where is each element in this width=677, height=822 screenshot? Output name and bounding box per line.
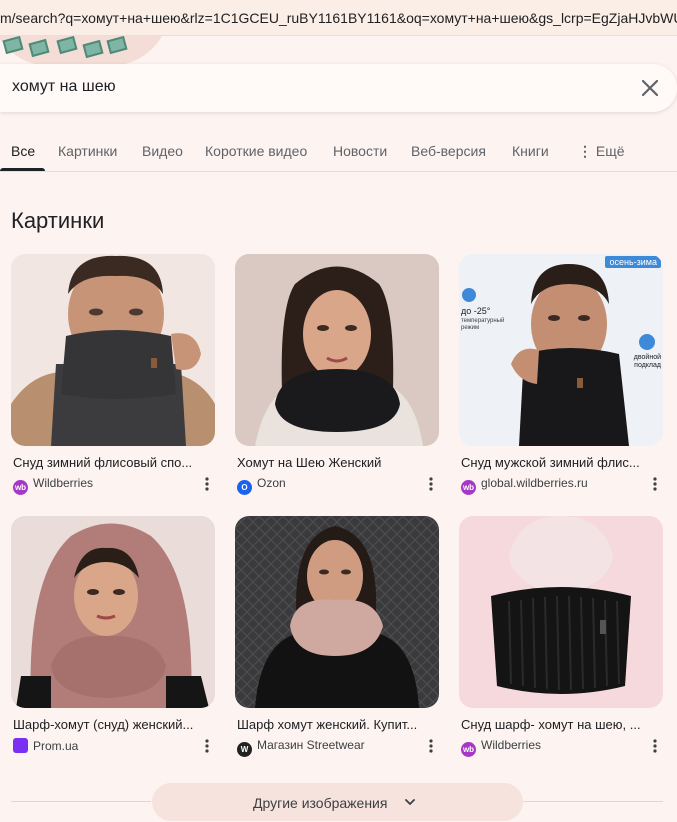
thermometer-icon (462, 288, 476, 302)
result-source[interactable]: wb global.wildberries.ru (461, 476, 588, 495)
result-source[interactable]: Prom.ua (13, 738, 78, 754)
result-source-label: Магазин Streetwear (257, 738, 365, 752)
chevron-down-icon (405, 799, 415, 805)
active-tab-indicator (0, 168, 45, 171)
result-source-label: Wildberries (481, 738, 542, 752)
more-options-icon[interactable] (425, 737, 437, 755)
result-source[interactable]: W Магазин Streetwear (237, 738, 365, 757)
ozon-logo-icon: O (237, 480, 252, 495)
result-title[interactable]: Снуд мужской зимний флис... (461, 455, 661, 470)
tab-more[interactable]: ⋮ Ещё (578, 143, 625, 160)
search-tabs: Все Картинки Видео Короткие видео Новост… (0, 130, 677, 172)
result-title[interactable]: Шарф-хомут (снуд) женский... (13, 717, 213, 732)
divider (11, 801, 151, 802)
result-source[interactable]: wb Wildberries (13, 476, 94, 495)
more-options-icon[interactable] (649, 475, 661, 493)
tab-video[interactable]: Видео (142, 143, 183, 159)
doodle-banner (0, 36, 170, 64)
streetwear-logo-icon: W (237, 742, 252, 757)
temperature-label: до -25° (461, 306, 491, 316)
image-result[interactable]: Хомут на Шею Женский O Ozon (235, 254, 439, 495)
result-image[interactable] (459, 516, 663, 708)
result-source[interactable]: wb Wildberries (461, 738, 542, 757)
result-source-label: Prom.ua (33, 739, 79, 753)
more-options-icon[interactable] (425, 475, 437, 493)
result-source[interactable]: O Ozon (237, 476, 286, 495)
more-options-icon[interactable] (201, 737, 213, 755)
result-image[interactable] (11, 254, 215, 446)
section-title: Картинки (11, 208, 105, 233)
season-badge: осень-зима (605, 256, 661, 268)
result-title[interactable]: Хомут на Шею Женский (237, 455, 437, 470)
lining-label: двойной подклад (633, 354, 661, 369)
wildberries-logo-icon: wb (13, 480, 28, 495)
result-source-label: Ozon (257, 476, 286, 490)
search-box[interactable]: хомут на шею (0, 64, 677, 112)
temperature-note: температурный режим (461, 318, 505, 331)
divider (523, 801, 663, 802)
image-result[interactable]: Снуд зимний флисовый спо... wb Wildberrie… (11, 254, 215, 495)
result-title[interactable]: Снуд шарф- хомут на шею, ... (461, 717, 661, 732)
tab-web[interactable]: Веб-версия (411, 143, 486, 159)
prom-logo-icon (13, 738, 28, 753)
tab-books[interactable]: Книги (512, 143, 549, 159)
result-image[interactable] (235, 254, 439, 446)
image-result[interactable]: Снуд шарф- хомут на шею, ... wb Wildberri… (459, 516, 663, 757)
tab-images[interactable]: Картинки (58, 143, 117, 159)
more-images-label: Другие изображения (253, 795, 388, 811)
wildberries-logo-icon: wb (461, 742, 476, 757)
result-image[interactable] (235, 516, 439, 708)
more-options-icon[interactable] (649, 737, 661, 755)
result-title[interactable]: Шарф хомут женский. Купит... (237, 717, 437, 732)
result-image[interactable]: осень-зима до -25° температурный режим д… (459, 254, 663, 446)
address-bar[interactable]: m/search?q=хомут+на+шею&rlz=1C1GCEU_ruBY… (0, 0, 677, 36)
image-result[interactable]: осень-зима до -25° температурный режим д… (459, 254, 663, 495)
result-source-label: Wildberries (33, 476, 94, 490)
close-icon[interactable] (637, 75, 663, 101)
more-vert-icon: ⋮ (578, 143, 592, 159)
tab-more-label: Ещё (595, 143, 625, 159)
image-result[interactable]: Шарф хомут женский. Купит... W Магазин St… (235, 516, 439, 757)
tab-all[interactable]: Все (11, 143, 35, 159)
wildberries-logo-icon: wb (461, 480, 476, 495)
result-title[interactable]: Снуд зимний флисовый спо... (13, 455, 213, 470)
tab-short-videos[interactable]: Короткие видео (205, 143, 307, 159)
tab-news[interactable]: Новости (333, 143, 387, 159)
image-result[interactable]: Шарф-хомут (снуд) женский... Prom.ua (11, 516, 215, 753)
search-input[interactable]: хомут на шею (12, 78, 116, 96)
lining-icon (639, 334, 655, 350)
result-source-label: global.wildberries.ru (481, 476, 588, 490)
result-image[interactable] (11, 516, 215, 708)
more-images-button[interactable]: Другие изображения (152, 783, 523, 821)
more-options-icon[interactable] (201, 475, 213, 493)
